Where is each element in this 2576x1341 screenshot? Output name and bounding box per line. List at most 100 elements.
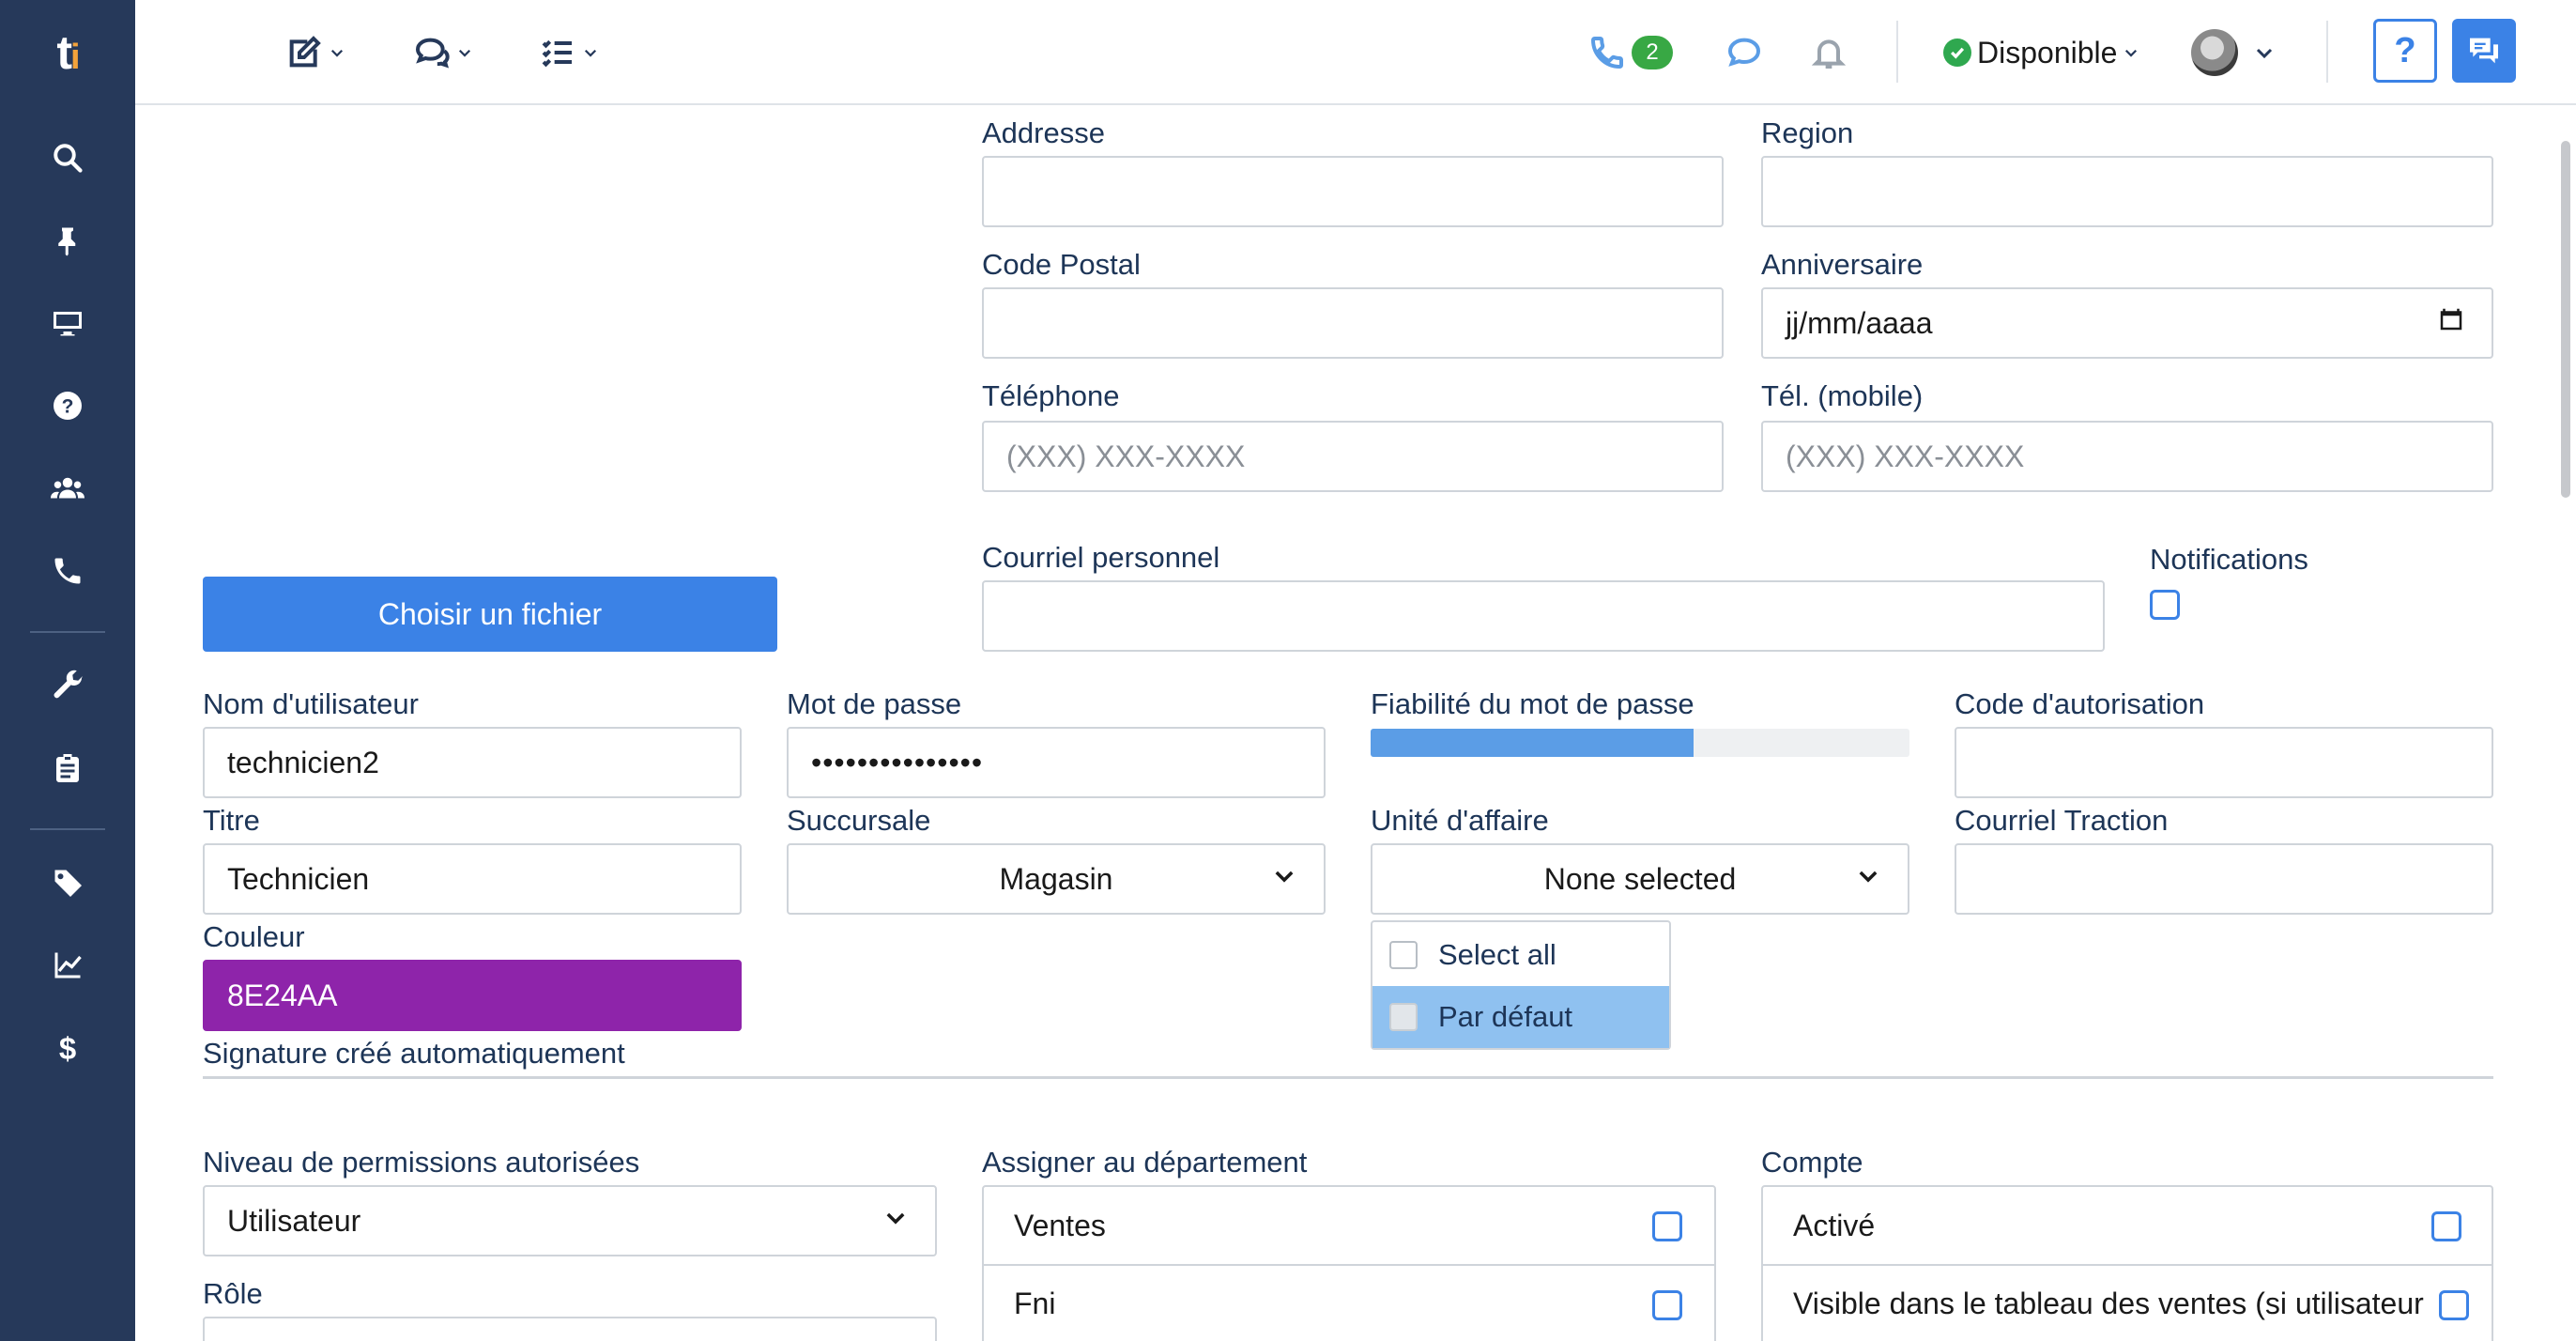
chevron-down-icon xyxy=(2125,49,2138,57)
app-logo[interactable]: ti xyxy=(0,0,135,105)
sidebar-item-monitor[interactable] xyxy=(0,285,135,361)
role-select[interactable] xyxy=(203,1317,937,1341)
top-bar: 2 Disponible ? xyxy=(135,0,2576,105)
postal-code-label: Code Postal xyxy=(982,248,1141,281)
topbar-divider xyxy=(2326,21,2328,83)
address-input[interactable] xyxy=(982,156,1724,227)
tasks-menu-button[interactable] xyxy=(539,26,599,79)
calls-count-badge: 2 xyxy=(1632,36,1673,69)
status-dropdown[interactable]: Disponible xyxy=(1943,26,2139,79)
sidebar-divider xyxy=(30,631,105,633)
section-divider xyxy=(203,1076,2493,1079)
sidebar-divider xyxy=(30,828,105,830)
page-scrollbar[interactable] xyxy=(2561,141,2570,498)
tasks-icon xyxy=(542,39,572,68)
conversations-menu-button[interactable] xyxy=(413,26,473,79)
notifications-label: Notifications xyxy=(2150,543,2308,576)
sidebar-item-tools[interactable] xyxy=(0,648,135,723)
sidebar-item-pin[interactable] xyxy=(0,203,135,278)
sidebar-item-help[interactable]: ? xyxy=(0,368,135,443)
mobile-input[interactable]: (XXX) XXX-XXXX xyxy=(1761,421,2493,492)
department-row-fni: Fni xyxy=(984,1264,1714,1341)
role-label: Rôle xyxy=(203,1277,263,1310)
chevron-down-icon xyxy=(584,49,597,57)
dropdown-option-select-all[interactable]: Select all xyxy=(1372,924,1669,986)
topbar-divider xyxy=(1896,21,1898,83)
notifications-button[interactable] xyxy=(1810,26,1848,79)
sidebar-item-reports[interactable] xyxy=(0,928,135,1003)
personal-email-input[interactable] xyxy=(982,580,2105,652)
traction-email-input[interactable] xyxy=(1955,843,2493,915)
permission-level-select[interactable]: Utilisateur xyxy=(203,1185,937,1256)
password-label: Mot de passe xyxy=(787,687,962,720)
department-fni-checkbox[interactable] xyxy=(1652,1290,1682,1320)
calls-button[interactable]: 2 xyxy=(1588,26,1673,79)
birthday-input[interactable]: jj/mm/aaaa xyxy=(1761,287,2493,359)
avatar xyxy=(2191,29,2238,76)
chevron-down-icon xyxy=(2256,48,2273,59)
sidebar-item-tags[interactable] xyxy=(0,845,135,920)
sidebar-item-phone[interactable] xyxy=(0,533,135,609)
user-menu[interactable] xyxy=(2191,26,2276,79)
sidebar-item-search[interactable] xyxy=(0,120,135,195)
pin-icon xyxy=(58,227,76,256)
department-label: Ventes xyxy=(1014,1208,1106,1242)
phone-input[interactable]: (XXX) XXX-XXXX xyxy=(982,421,1724,492)
branch-label: Succursale xyxy=(787,804,931,837)
account-active-checkbox[interactable] xyxy=(2431,1211,2461,1241)
wrench-icon xyxy=(54,670,83,699)
department-row-ventes: Ventes xyxy=(984,1187,1714,1264)
password-input[interactable]: ••••••••••••••• xyxy=(787,727,1326,798)
option-label: Par défaut xyxy=(1438,1000,1573,1033)
address-label: Addresse xyxy=(982,116,1105,149)
username-input[interactable]: technicien2 xyxy=(203,727,742,798)
calendar-icon[interactable] xyxy=(2437,305,2465,341)
title-input[interactable]: Technicien xyxy=(203,843,742,915)
sidebar-item-billing[interactable]: $ xyxy=(0,1010,135,1086)
compose-menu-button[interactable] xyxy=(285,26,345,79)
color-label: Couleur xyxy=(203,920,305,953)
auth-code-input[interactable] xyxy=(1955,727,2493,798)
title-label: Titre xyxy=(203,804,260,837)
branch-select[interactable]: Magasin xyxy=(787,843,1326,915)
logo-accent: i xyxy=(70,38,80,77)
sidebar-item-users[interactable] xyxy=(0,451,135,526)
business-unit-multiselect[interactable]: None selected xyxy=(1371,843,1909,915)
chat-icon xyxy=(2470,38,2498,64)
color-input[interactable]: 8E24AA xyxy=(203,960,742,1031)
birthday-value: jj/mm/aaaa xyxy=(1786,305,1933,340)
account-option-label: Activé xyxy=(1793,1208,1876,1242)
option-checkbox[interactable] xyxy=(1389,941,1418,969)
bell-icon xyxy=(1811,39,1847,69)
personal-email-label: Courriel personnel xyxy=(982,541,1220,574)
departments-label: Assigner au département xyxy=(982,1146,1308,1179)
help-label: ? xyxy=(2394,30,2416,70)
business-unit-dropdown: Select all Par défaut xyxy=(1371,920,1671,1050)
edit-icon xyxy=(289,36,321,68)
help-button[interactable]: ? xyxy=(2373,19,2437,83)
option-label: Select all xyxy=(1438,938,1556,971)
region-input[interactable] xyxy=(1761,156,2493,227)
password-strength-fill xyxy=(1371,729,1694,757)
svg-text:$: $ xyxy=(59,1031,76,1065)
check-icon xyxy=(1950,47,1965,59)
traction-email-label: Courriel Traction xyxy=(1955,804,2169,837)
chart-line-icon xyxy=(54,952,82,979)
account-option-label: Visible dans le tableau des ventes (si u… xyxy=(1793,1286,2424,1320)
search-icon xyxy=(54,144,83,173)
postal-code-input[interactable] xyxy=(982,287,1724,359)
choose-file-button[interactable]: Choisir un fichier xyxy=(203,577,777,652)
messages-button[interactable] xyxy=(1725,26,1763,79)
dropdown-option-par-defaut[interactable]: Par défaut xyxy=(1372,986,1669,1048)
phone-icon xyxy=(1590,37,1623,69)
chevron-down-icon xyxy=(882,1204,909,1239)
status-indicator xyxy=(1943,39,1971,67)
sidebar-item-clipboard[interactable] xyxy=(0,731,135,806)
department-ventes-checkbox[interactable] xyxy=(1652,1211,1682,1241)
notifications-checkbox[interactable] xyxy=(2150,590,2180,620)
chat-button[interactable] xyxy=(2452,19,2516,83)
account-label: Compte xyxy=(1761,1146,1863,1179)
users-icon xyxy=(51,477,84,499)
option-checkbox[interactable] xyxy=(1389,1003,1418,1031)
account-sales-board-checkbox[interactable] xyxy=(2439,1290,2469,1320)
